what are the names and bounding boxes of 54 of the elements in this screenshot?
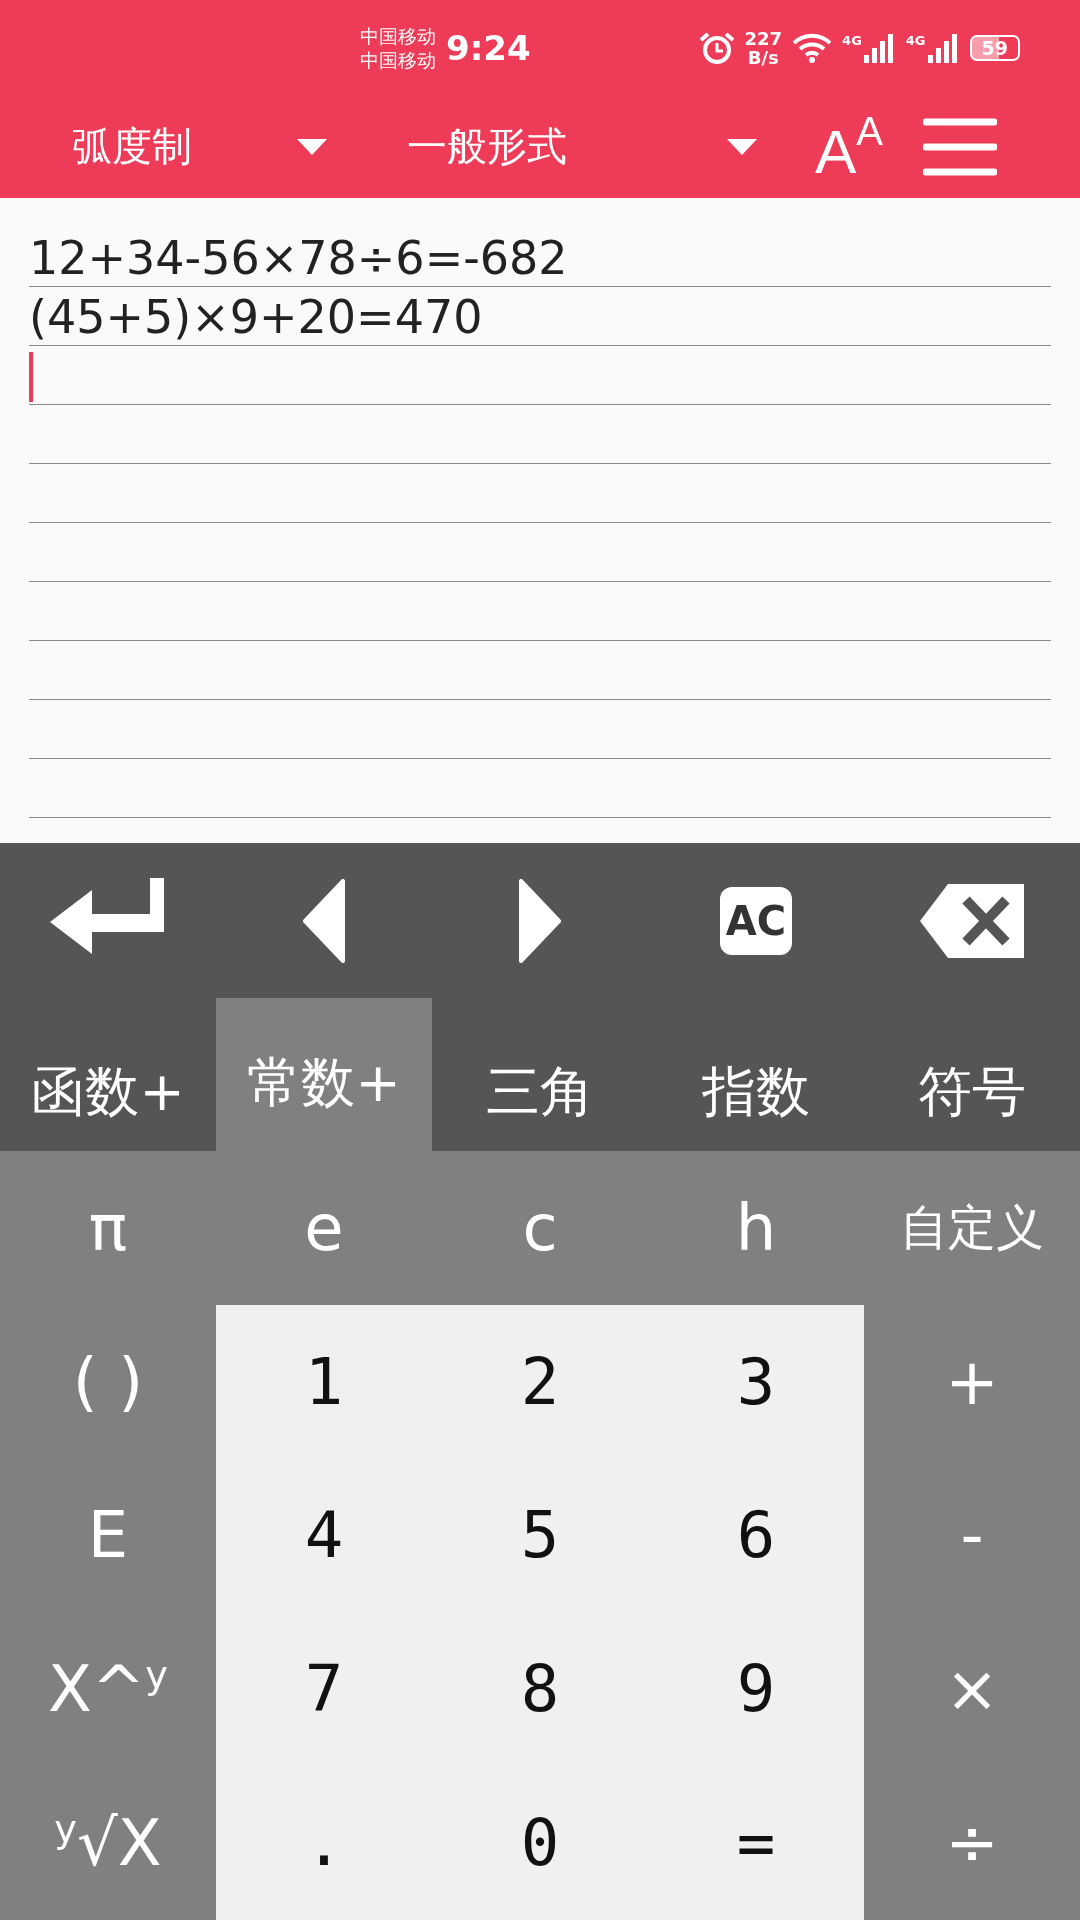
network-type: 4G [842,32,862,48]
signal-bars-icon [927,32,960,63]
keyboard-tab[interactable]: 函数+ [0,1016,216,1151]
calculator-key[interactable]: 3 [648,1304,864,1459]
calculator-key[interactable]: . [216,1766,432,1920]
wifi-icon [792,32,833,63]
format-dropdown[interactable]: 一般形式 [407,119,757,174]
calculator-key[interactable]: ÷ [864,1766,1080,1920]
calculator-key[interactable]: - [864,1458,1080,1613]
calculator-key[interactable]: E [0,1458,216,1613]
dropdown-caret-icon [297,138,327,155]
angle-unit-dropdown[interactable]: 弧度制 [72,119,327,174]
calculator-key[interactable]: 自定义 [864,1151,1080,1305]
calculator-key[interactable]: e [216,1151,432,1305]
expression-line: 12+34-56×78÷6=-682 [29,230,568,286]
calculator-key[interactable]: 2 [432,1304,648,1459]
calculator-key[interactable]: 8 [432,1612,648,1767]
calculator-key[interactable]: × [864,1612,1080,1767]
expression-line: (45+5)×9+20=470 [29,289,483,345]
keyboard-tab[interactable]: 常数+ [216,998,432,1151]
backspace-icon [920,883,1024,958]
calculator-key[interactable]: π [0,1151,216,1305]
left-arrow-icon [303,878,345,963]
network-speed: 227 [744,28,783,48]
calculator-key[interactable]: 7 [216,1612,432,1767]
calculator-key[interactable]: h [648,1151,864,1305]
calculator-key[interactable]: = [648,1766,864,1920]
calculator-key[interactable]: 4 [216,1458,432,1613]
calculator-key[interactable]: 6 [648,1458,864,1613]
network-speed: B/s [747,47,779,67]
calculator-key[interactable]: 9 [648,1612,864,1767]
text-cursor [29,352,33,402]
calculator-key[interactable]: 5 [432,1458,648,1613]
carrier-name: 中国移动 [360,47,436,72]
calculator-key[interactable]: $^{y}$√X [0,1766,216,1920]
calculator-key[interactable]: X^$^{y}$ [0,1612,216,1767]
clear-button[interactable]: AC [648,843,864,998]
right-arrow-icon [519,878,561,963]
clock-time: 9:24 [446,27,531,68]
signal-bars-icon [863,32,896,63]
alarm-clock-icon [698,31,735,64]
carrier-name: 中国移动 [360,23,436,48]
text-size-button[interactable]: A$^{A}$ [815,110,884,183]
keyboard-tab[interactable]: 符号 [864,1016,1080,1151]
menu-icon[interactable] [923,116,998,177]
calculator-key[interactable]: 1 [216,1304,432,1459]
calculator-key[interactable]: c [432,1151,648,1305]
calculator-key[interactable]: 0 [432,1766,648,1920]
keyboard-tab[interactable]: 三角 [432,1016,648,1151]
calculator-key[interactable]: + [864,1304,1080,1459]
network-type: 4G [905,32,926,48]
dropdown-caret-icon [727,138,757,155]
calculator-key[interactable]: ( ) [0,1304,216,1459]
keyboard-tab[interactable]: 指数 [648,1016,864,1151]
